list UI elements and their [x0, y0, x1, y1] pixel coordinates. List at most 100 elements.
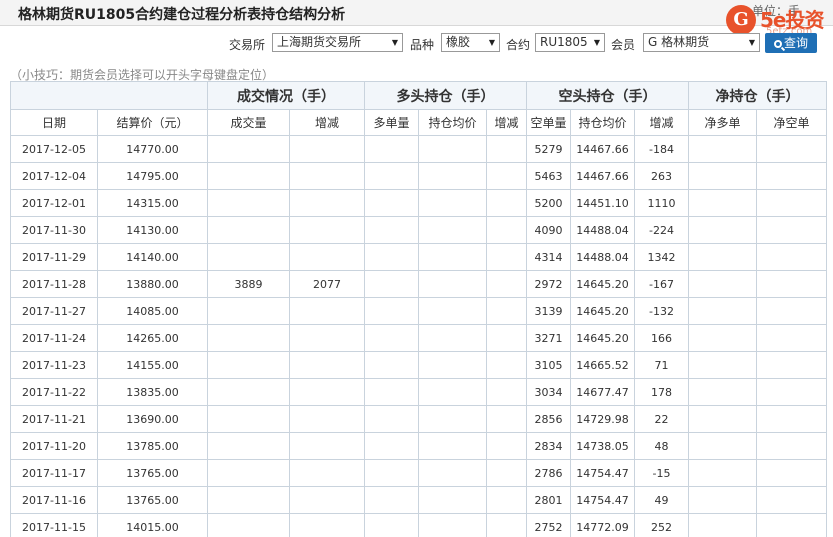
cell-long-avg — [418, 432, 487, 460]
cell-net-short — [756, 189, 827, 217]
cell-date: 2017-11-15 — [10, 513, 98, 537]
cell-long-avg — [418, 351, 487, 379]
cell-settle-price: 14795.00 — [97, 162, 208, 190]
contract-select[interactable]: RU1805 ▼ — [535, 33, 605, 52]
query-button[interactable]: 查询 — [765, 33, 817, 53]
cell-long-change — [486, 513, 527, 537]
cell-date: 2017-11-30 — [10, 216, 98, 244]
product-select[interactable]: 橡胶 ▼ — [441, 33, 500, 52]
cell-settle-price: 14265.00 — [97, 324, 208, 352]
cell-long-change — [486, 351, 527, 379]
cell-short-qty: 5279 — [526, 135, 571, 163]
cell-short-qty: 2856 — [526, 405, 571, 433]
cell-short-qty: 2972 — [526, 270, 571, 298]
cell-net-long — [688, 216, 757, 244]
cell-long-change — [486, 324, 527, 352]
table-row: 2017-11-16 13765.00 2801 14754.47 49 — [10, 486, 827, 514]
cell-net-long — [688, 459, 757, 487]
cell-settle-price: 13835.00 — [97, 378, 208, 406]
cell-long-change — [486, 486, 527, 514]
table-row: 2017-11-17 13765.00 2786 14754.47 -15 — [10, 459, 827, 487]
cell-settle-price: 13785.00 — [97, 432, 208, 460]
product-value: 橡胶 — [446, 35, 471, 49]
cell-volume-change — [289, 324, 365, 352]
cell-short-change: 48 — [634, 432, 689, 460]
cell-long-change — [486, 189, 527, 217]
cell-date: 2017-11-28 — [10, 270, 98, 298]
cell-net-short — [756, 432, 827, 460]
cell-short-change: -184 — [634, 135, 689, 163]
cell-short-avg: 14451.10 — [570, 189, 635, 217]
table-row: 2017-12-01 14315.00 5200 14451.10 1110 — [10, 189, 827, 217]
cell-short-avg: 14754.47 — [570, 486, 635, 514]
col-long-avg-header: 持仓均价 — [418, 109, 487, 136]
table-row: 2017-11-28 13880.00 3889 2077 2972 14645.20 -1… — [10, 270, 827, 298]
query-button-label: 查询 — [783, 36, 808, 50]
cell-short-avg: 14645.20 — [570, 324, 635, 352]
cell-volume — [207, 513, 290, 537]
cell-settle-price: 13880.00 — [97, 270, 208, 298]
cell-long-change — [486, 405, 527, 433]
cell-net-long — [688, 162, 757, 190]
cell-short-change: -224 — [634, 216, 689, 244]
cell-long-qty — [364, 513, 419, 537]
cell-long-avg — [418, 405, 487, 433]
cell-net-long — [688, 324, 757, 352]
cell-long-qty — [364, 486, 419, 514]
cell-settle-price: 14130.00 — [97, 216, 208, 244]
cell-short-qty: 2786 — [526, 459, 571, 487]
cell-net-short — [756, 270, 827, 298]
cell-long-qty — [364, 216, 419, 244]
cell-long-qty — [364, 270, 419, 298]
cell-net-long — [688, 513, 757, 537]
table-row: 2017-12-05 14770.00 5279 14467.66 -184 — [10, 135, 827, 163]
cell-long-avg — [418, 513, 487, 537]
cell-short-change: 166 — [634, 324, 689, 352]
cell-date: 2017-11-23 — [10, 351, 98, 379]
cell-net-short — [756, 135, 827, 163]
cell-long-qty — [364, 405, 419, 433]
cell-long-change — [486, 432, 527, 460]
col-volume-change-header: 增减 — [289, 109, 365, 136]
cell-short-qty: 2834 — [526, 432, 571, 460]
cell-volume — [207, 486, 290, 514]
cell-net-long — [688, 378, 757, 406]
page-title: 格林期货RU1805合约建仓过程分析表持仓结构分析 — [18, 7, 346, 23]
cell-net-short — [756, 513, 827, 537]
member-label: 会员 — [611, 38, 636, 52]
member-select[interactable]: G 格林期货 ▼ — [643, 33, 760, 52]
cell-volume-change — [289, 162, 365, 190]
cell-settle-price: 14155.00 — [97, 351, 208, 379]
cell-long-qty — [364, 432, 419, 460]
cell-date: 2017-12-04 — [10, 162, 98, 190]
cell-volume — [207, 216, 290, 244]
cell-short-avg: 14467.66 — [570, 135, 635, 163]
cell-net-long — [688, 135, 757, 163]
exchange-select[interactable]: 上海期货交易所 ▼ — [272, 33, 403, 52]
col-net-long-header: 净多单 — [688, 109, 757, 136]
cell-short-qty: 2752 — [526, 513, 571, 537]
cell-settle-price: 13690.00 — [97, 405, 208, 433]
cell-short-change: 1110 — [634, 189, 689, 217]
group-header-blank — [10, 81, 208, 110]
cell-long-change — [486, 297, 527, 325]
cell-net-short — [756, 459, 827, 487]
cell-short-avg: 14738.05 — [570, 432, 635, 460]
cell-net-long — [688, 297, 757, 325]
col-short-avg-header: 持仓均价 — [570, 109, 635, 136]
cell-volume-change — [289, 513, 365, 537]
cell-long-change — [486, 243, 527, 271]
cell-long-change — [486, 135, 527, 163]
cell-short-change: 22 — [634, 405, 689, 433]
cell-volume-change — [289, 243, 365, 271]
table-row: 2017-11-20 13785.00 2834 14738.05 48 — [10, 432, 827, 460]
cell-long-change — [486, 162, 527, 190]
cell-long-avg — [418, 243, 487, 271]
cell-net-long — [688, 270, 757, 298]
cell-long-qty — [364, 189, 419, 217]
cell-net-short — [756, 297, 827, 325]
cell-short-change: 263 — [634, 162, 689, 190]
group-header-volume: 成交情况（手） — [207, 81, 365, 110]
cell-volume — [207, 405, 290, 433]
cell-long-change — [486, 378, 527, 406]
